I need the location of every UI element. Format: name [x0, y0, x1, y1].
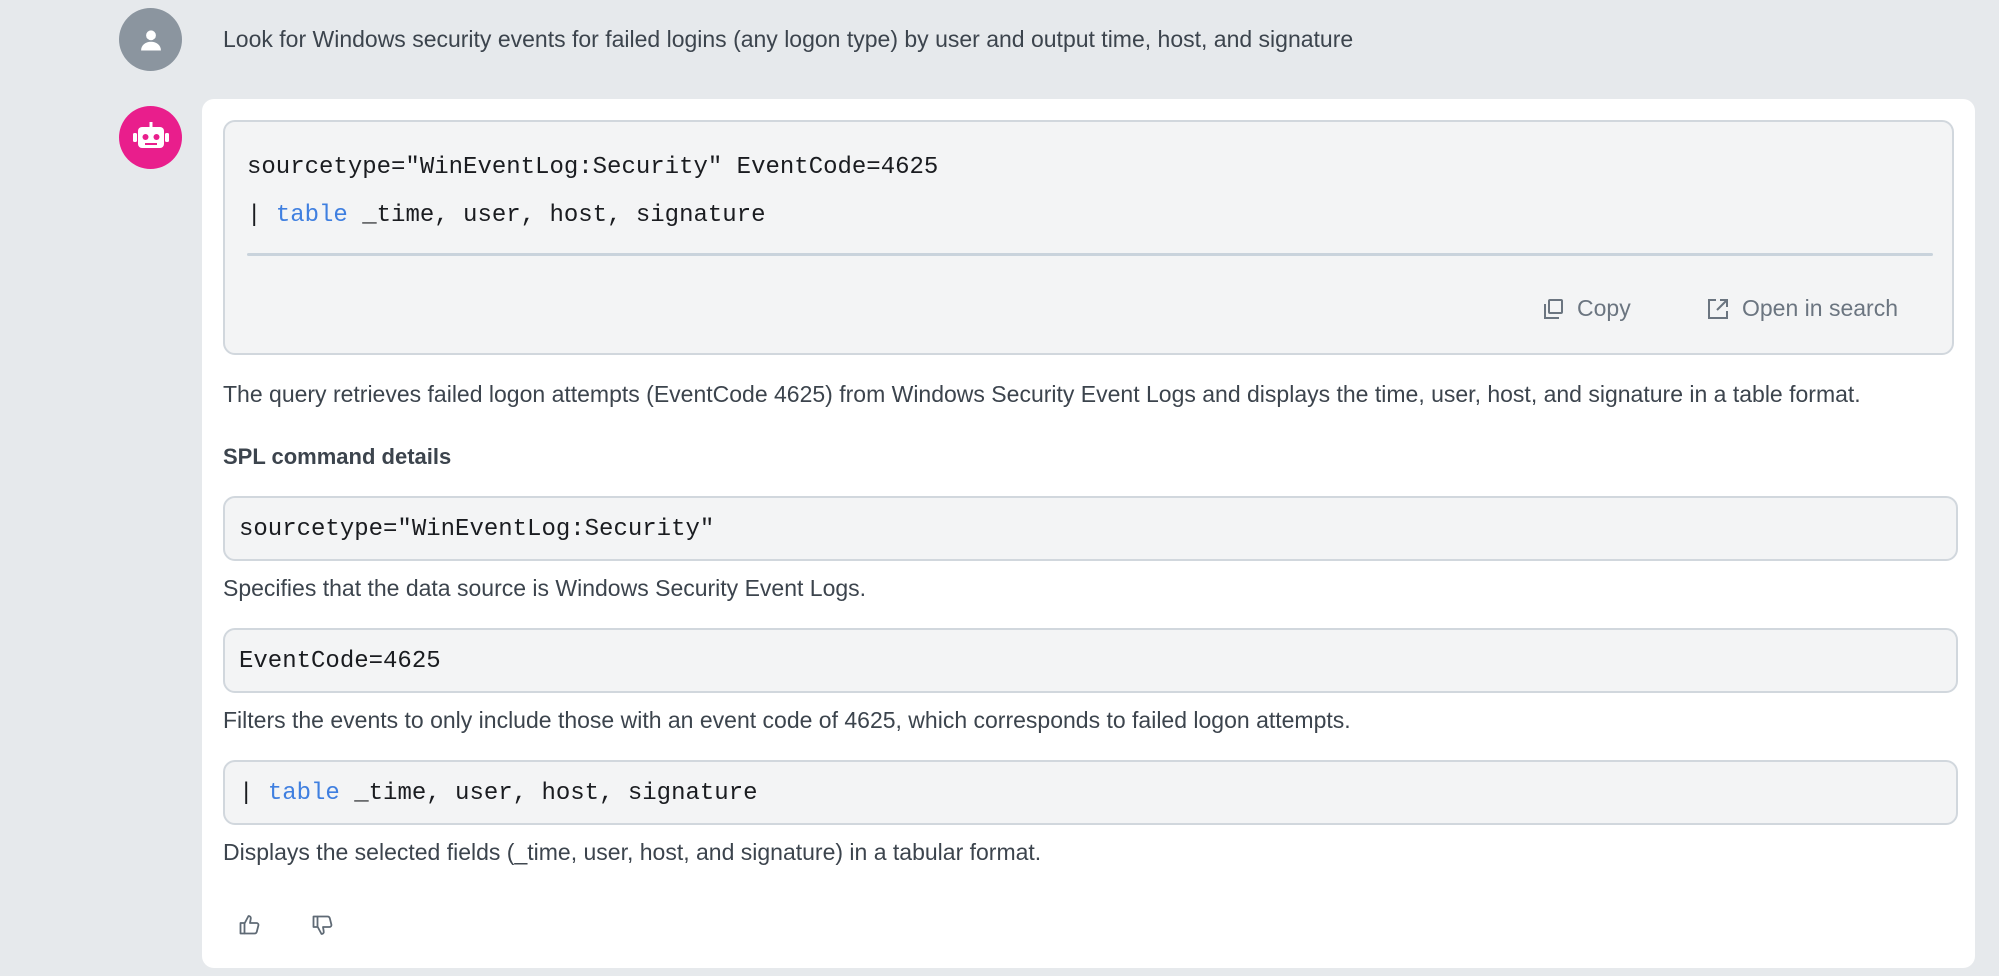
detail-code-text: EventCode=4625: [239, 648, 441, 675]
pipe-symbol: |: [239, 780, 254, 807]
details-heading: SPL command details: [223, 444, 452, 469]
copy-button[interactable]: Copy: [1541, 295, 1631, 322]
pipe-symbol: |: [247, 202, 262, 229]
detail-description-eventcode: Filters the events to only include those…: [223, 707, 1351, 733]
command-keyword: table: [275, 202, 348, 229]
assistant-response-card: sourcetype="WinEventLog:Security" EventC…: [202, 99, 1975, 968]
thumbs-down-button[interactable]: [305, 907, 341, 943]
detail-code-text: sourcetype="WinEventLog:Security": [239, 516, 715, 543]
detail-code-eventcode: EventCode=4625: [223, 628, 1958, 693]
query-line-1: sourcetype="WinEventLog:Security" EventC…: [247, 154, 939, 181]
query-explanation: The query retrieves failed logon attempt…: [223, 381, 1861, 407]
detail-code-sourcetype: sourcetype="WinEventLog:Security": [223, 496, 1958, 561]
copy-label: Copy: [1577, 295, 1631, 321]
command-keyword: table: [267, 780, 340, 807]
robot-icon: [132, 121, 169, 148]
thumbs-up-icon: [239, 915, 260, 935]
thumbs-down-icon: [312, 915, 333, 935]
copy-icon: [1544, 298, 1563, 319]
assistant-avatar: [119, 106, 182, 169]
open-in-search-label: Open in search: [1742, 295, 1898, 321]
command-arguments: _time, user, host, signature: [347, 202, 766, 229]
code-divider: [247, 253, 1933, 256]
detail-description-table: Displays the selected fields (_time, use…: [223, 839, 1042, 865]
open-in-search-button[interactable]: Open in search: [1706, 295, 1898, 322]
command-arguments: _time, user, host, signature: [339, 780, 758, 807]
user-icon: [140, 29, 161, 50]
detail-description-sourcetype: Specifies that the data source is Window…: [223, 575, 867, 601]
external-link-icon: [1708, 298, 1728, 319]
user-avatar: [119, 8, 182, 71]
user-prompt: Look for Windows security events for fai…: [223, 26, 1354, 52]
detail-code-text: | table _time, user, host, signature: [239, 780, 758, 807]
spl-query-block: sourcetype="WinEventLog:Security" EventC…: [223, 120, 1954, 355]
query-line-2: | table _time, user, host, signature: [247, 202, 766, 229]
thumbs-up-button[interactable]: [232, 907, 268, 943]
detail-code-table: | table _time, user, host, signature: [223, 760, 1958, 825]
